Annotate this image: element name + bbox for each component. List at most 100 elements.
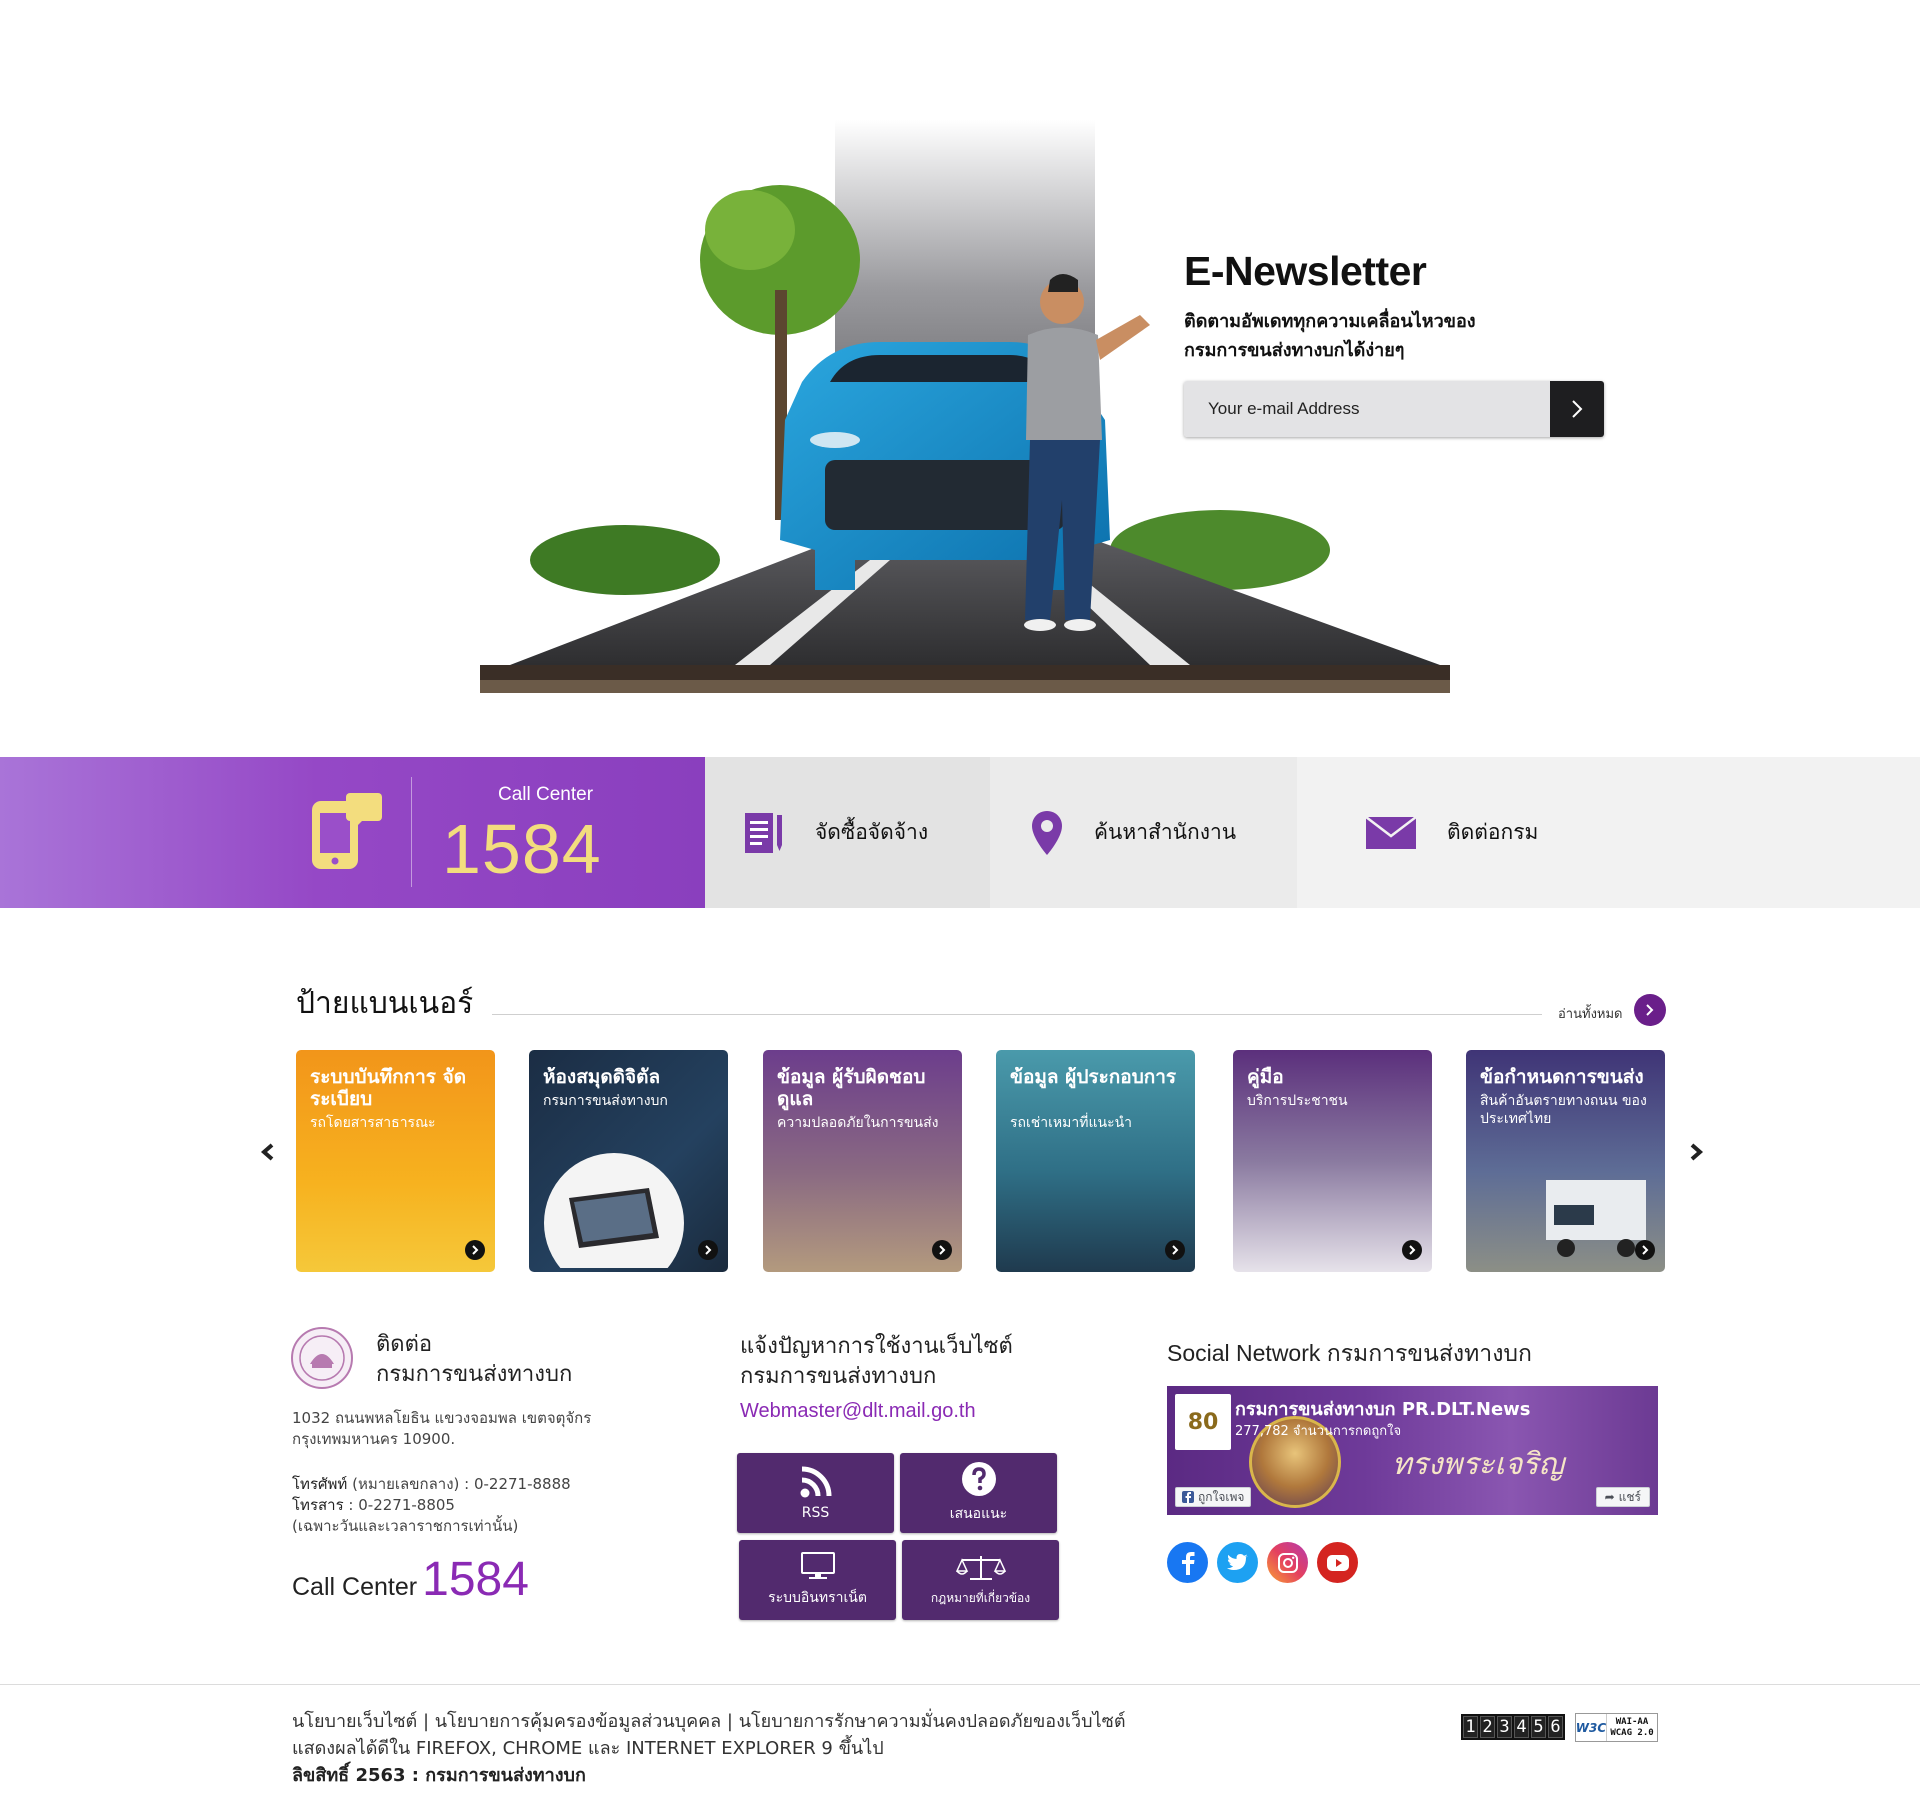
banner-next-button[interactable] <box>1684 1140 1708 1164</box>
banner-card-digital-library[interactable]: ห้องสมุดดิจิตัล กรมการขนส่งทางบก <box>529 1050 728 1272</box>
visitor-counter: 1 2 3 4 5 6 <box>1461 1714 1565 1740</box>
w3c-wcag-badge[interactable]: W3C WAI-AA WCAG 2.0 <box>1575 1713 1658 1742</box>
document-icon <box>745 812 782 853</box>
banner-section-header: ป้ายแบนเนอร์ อ่านทั้งหมด <box>296 980 1666 1026</box>
contact-phones: โทรศัพท์ (หมายเลขกลาง) : 0-2271-8888 โทร… <box>292 1474 632 1537</box>
counter-digit: 1 <box>1463 1716 1478 1738</box>
newsletter-form <box>1184 381 1604 437</box>
facebook-like-page-button[interactable]: ถูกใจเพจ <box>1175 1487 1252 1507</box>
rss-label: RSS <box>801 1505 830 1521</box>
facebook-page-widget[interactable]: 80 กรมการขนส่งทางบก PR.DLT.News 277,782 … <box>1167 1386 1658 1515</box>
call-center-block[interactable]: Call Center 1584 <box>0 757 705 908</box>
phone-value: (หมายเลขกลาง) : 0-2271-8888 <box>352 1475 571 1493</box>
footer-call-center-number: 1584 <box>422 1553 529 1606</box>
arrow-circle-icon <box>1635 1240 1655 1260</box>
counter-digit: 2 <box>1480 1716 1495 1738</box>
call-center-number: 1584 <box>442 810 602 888</box>
youtube-link[interactable] <box>1317 1542 1358 1583</box>
long-live-the-king-text: ทรงพระเจริญ <box>1392 1447 1565 1482</box>
instagram-icon <box>1277 1552 1298 1573</box>
counter-digit: 3 <box>1497 1716 1512 1738</box>
newsletter-title: E-Newsletter <box>1184 248 1427 294</box>
quick-links-bar: Call Center 1584 จัดซื้อจัดจ้าง ค้นหาสำน… <box>0 757 1920 908</box>
facebook-icon <box>1182 1491 1194 1503</box>
newsletter-hero: E-Newsletter ติดตามอัพเดททุกความเคลื่อนไ… <box>0 0 1920 757</box>
facebook-share-button[interactable]: ➦ แชร์ <box>1595 1487 1650 1507</box>
suggestion-tile[interactable]: เสนอแนะ <box>900 1453 1057 1533</box>
footer: นโยบายเว็บไซต์ | นโยบายการคุ้มครองข้อมูล… <box>292 1708 1292 1789</box>
procurement-label: จัดซื้อจัดจ้าง <box>815 820 929 844</box>
social-title: Social Network กรมการขนส่งทางบก <box>1167 1340 1532 1366</box>
procurement-link[interactable]: จัดซื้อจัดจ้าง <box>705 757 990 908</box>
counter-digit: 4 <box>1514 1716 1529 1738</box>
contact-address: 1032 ถนนพหลโยธิน แขวงจอมพล เขตจตุจักร กร… <box>292 1408 632 1450</box>
webmaster-title-line2: กรมการขนส่งทางบก <box>740 1364 937 1389</box>
banner-carousel: ระบบบันทึกการ จัดระเบียบ รถโดยสารสาธารณะ… <box>296 1050 1666 1272</box>
address-line2: กรุงเทพมหานคร 10900. <box>292 1430 456 1448</box>
banner-card-rental-operators[interactable]: ข้อมูล ผู้ประกอบการ รถเช่าเหมาที่แนะนำ <box>996 1050 1195 1272</box>
banner-card-title: ข้อกำหนดการขนส่ง <box>1480 1066 1644 1088</box>
question-icon <box>961 1462 996 1496</box>
facebook-share-label: แชร์ <box>1618 1489 1641 1504</box>
twitter-link[interactable] <box>1217 1542 1258 1583</box>
call-center-label: Call Center <box>498 784 594 805</box>
related-laws-label: กฎหมายที่เกี่ยวข้อง <box>930 1590 1031 1605</box>
banner-card-bus-registration[interactable]: ระบบบันทึกการ จัดระเบียบ รถโดยสารสาธารณะ <box>296 1050 495 1272</box>
fax-value: : 0-2271-8805 <box>348 1496 455 1514</box>
instagram-link[interactable] <box>1267 1542 1308 1583</box>
find-office-link[interactable]: ค้นหาสำนักงาน <box>990 757 1297 908</box>
chevron-right-icon <box>1572 400 1583 418</box>
webmaster-email-link[interactable]: Webmaster@dlt.mail.go.th <box>740 1400 1070 1423</box>
fax-line: โทรสาร : 0-2271-8805 <box>292 1495 632 1516</box>
chevron-right-icon <box>1646 1004 1654 1016</box>
banner-card-safety-officers[interactable]: ข้อมูล ผู้รับผิดชอบดูแล ความปลอดภัยในการ… <box>763 1050 962 1272</box>
contact-title-line1: ติดต่อ <box>376 1332 433 1357</box>
share-icon: ➦ <box>1604 1490 1615 1504</box>
scales-icon <box>955 1555 1006 1580</box>
monitor-icon <box>800 1552 835 1579</box>
youtube-icon <box>1326 1554 1349 1571</box>
newsletter-submit-button[interactable] <box>1550 381 1604 437</box>
social-section: Social Network กรมการขนส่งทางบก 80 กรมกา… <box>1167 1336 1667 1583</box>
rss-tile[interactable]: RSS <box>737 1453 894 1533</box>
wcag-line2: WCAG 2.0 <box>1610 1727 1654 1738</box>
arrow-circle-icon <box>698 1240 718 1260</box>
newsletter-email-input[interactable] <box>1184 381 1550 437</box>
fax-label: โทรสาร <box>292 1496 344 1514</box>
webmaster-title-line1: แจ้งปัญหาการใช้งานเว็บไซต์ <box>740 1334 1013 1359</box>
service-tiles: RSS เสนอแนะ ระบบอินทราเน็ต กฎหมายที่เกี่… <box>737 1453 1061 1621</box>
contact-department-link[interactable]: ติดต่อกรม <box>1297 757 1920 908</box>
phone-label: โทรศัพท์ <box>292 1475 348 1493</box>
facebook-page-name[interactable]: กรมการขนส่งทางบก PR.DLT.News <box>1235 1394 1531 1423</box>
read-all-link[interactable]: อ่านทั้งหมด <box>1558 1003 1623 1024</box>
banner-card-citizen-manual[interactable]: คู่มือ บริการประชาชน <box>1233 1050 1432 1272</box>
banner-section-divider <box>492 1014 1542 1015</box>
intranet-tile[interactable]: ระบบอินทราเน็ต <box>739 1540 896 1620</box>
facebook-like-page-label: ถูกใจเพจ <box>1198 1489 1245 1504</box>
newsletter-description-line1: ติดตามอัพเดททุกความเคลื่อนไหวของ <box>1184 311 1476 332</box>
contact-title-line2: กรมการขนส่งทางบก <box>376 1362 573 1387</box>
banner-prev-button[interactable] <box>256 1140 280 1164</box>
chevron-left-icon <box>260 1143 274 1161</box>
twitter-icon <box>1226 1553 1248 1570</box>
arrow-circle-icon <box>932 1240 952 1260</box>
footer-divider <box>0 1684 1920 1685</box>
contact-title: ติดต่อ กรมการขนส่งทางบก <box>376 1330 636 1390</box>
facebook-link[interactable] <box>1167 1542 1208 1583</box>
banner-card-dangerous-goods[interactable]: ข้อกำหนดการขนส่ง สินค้าอันตรายทางถนน ของ… <box>1466 1050 1665 1272</box>
newsletter-description: ติดตามอัพเดททุกความเคลื่อนไหวของ กรมการข… <box>1184 307 1624 365</box>
mail-icon <box>1365 815 1417 849</box>
wcag-line1: WAI-AA <box>1615 1716 1649 1727</box>
read-all-button[interactable] <box>1634 994 1666 1026</box>
banner-card-title: ห้องสมุดดิจิตัล <box>543 1066 661 1088</box>
facebook-like-count: 277,782 จำนวนการกดถูกใจ <box>1235 1424 1402 1439</box>
intranet-label: ระบบอินทราเน็ต <box>768 1590 867 1606</box>
footer-policy-links[interactable]: นโยบายเว็บไซต์ | นโยบายการคุ้มครองข้อมูล… <box>292 1708 1292 1735</box>
chevron-right-icon <box>1690 1143 1704 1161</box>
footer-copyright: ลิขสิทธิ์ 2563 : กรมการขนส่งทางบก <box>292 1765 586 1786</box>
related-laws-tile[interactable]: กฎหมายที่เกี่ยวข้อง <box>902 1540 1059 1620</box>
dlt-seal-logo <box>291 1327 353 1389</box>
rss-icon <box>800 1466 831 1498</box>
banner-card-subtitle: บริการประชาชน <box>1247 1093 1348 1109</box>
office-hours-note: (เฉพาะวันและเวลาราชการเท่านั้น) <box>292 1517 519 1535</box>
